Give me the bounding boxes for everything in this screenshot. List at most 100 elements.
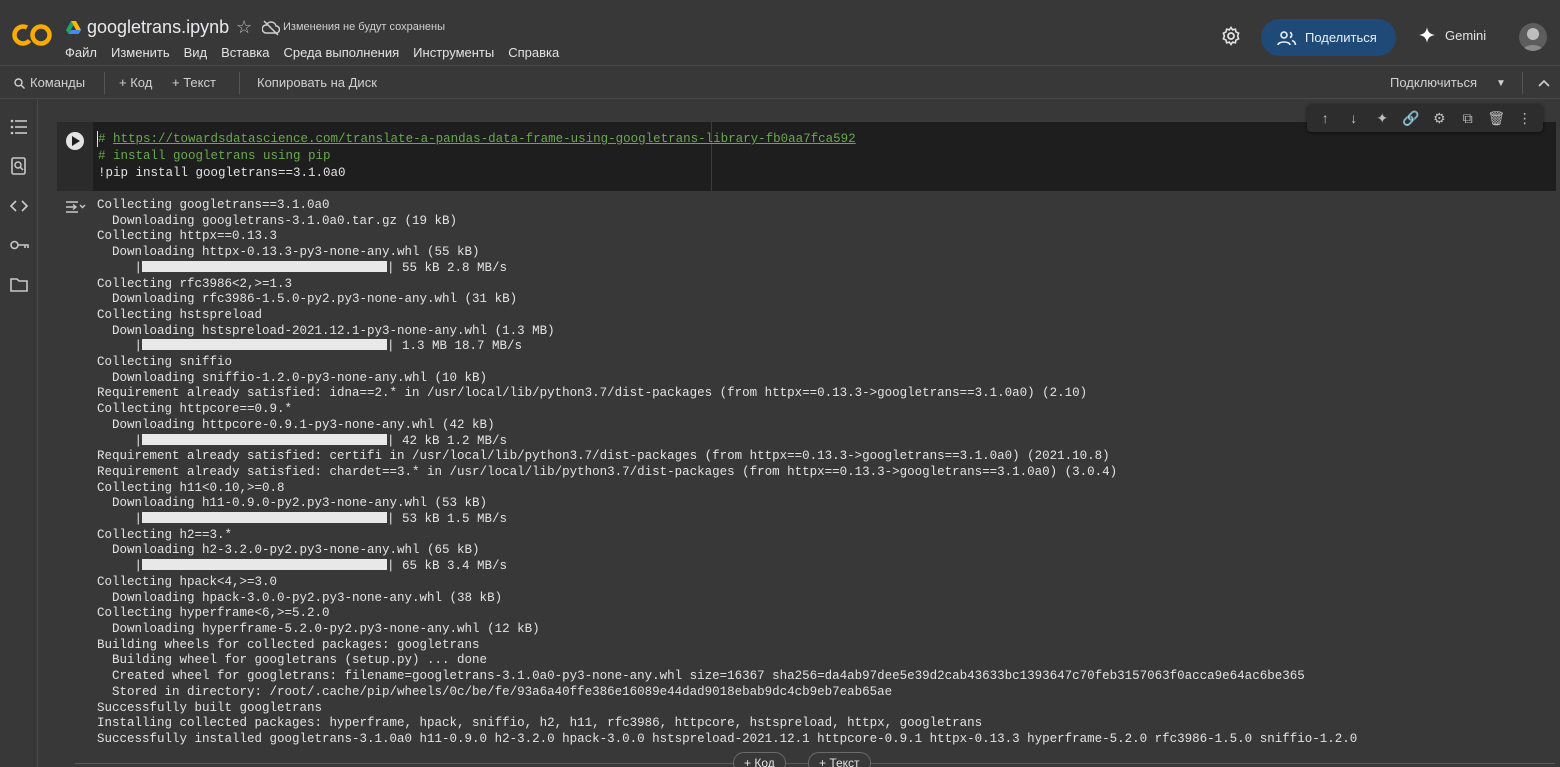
output-line: Building wheels for collected packages: … xyxy=(97,637,480,652)
code-link[interactable]: https://towardsdatascience.com/translate… xyxy=(113,132,856,146)
copy-to-drive-button[interactable]: Копировать на Диск xyxy=(257,75,377,90)
collapse-chevron-icon[interactable] xyxy=(1538,79,1550,87)
output-line: Downloading httpcore-0.9.1-py3-none-any.… xyxy=(97,417,495,432)
output-line: Downloading hstspreload-2021.12.1-py3-no… xyxy=(97,323,555,338)
menu-help[interactable]: Справка xyxy=(508,45,559,60)
gemini-label: Gemini xyxy=(1445,27,1487,43)
output-line: Collecting h2==3.* xyxy=(97,527,233,542)
cell-code[interactable]: # https://towardsdatascience.com/transla… xyxy=(98,131,856,182)
toolbar-divider xyxy=(1522,72,1523,94)
progress-bar xyxy=(142,260,388,272)
insert-text-cell-button[interactable]: + Текст xyxy=(808,752,871,767)
insert-code-cell-button[interactable]: + Код xyxy=(733,752,786,767)
output-line: Collecting h11<0.10,>=0.8 xyxy=(97,480,285,495)
code-cell[interactable]: # https://towardsdatascience.com/transla… xyxy=(57,122,1556,191)
toolbar-divider xyxy=(104,72,105,94)
settings-gear-icon[interactable] xyxy=(1221,26,1241,46)
cell-gutter xyxy=(57,122,93,191)
notebook-title[interactable]: googletrans.ipynb xyxy=(87,17,229,38)
cloud-off-icon xyxy=(262,20,280,36)
share-button[interactable]: Поделиться xyxy=(1261,19,1396,56)
menu-runtime[interactable]: Среда выполнения xyxy=(283,45,399,60)
code-comment-hash: # xyxy=(98,132,114,146)
star-icon[interactable]: ☆ xyxy=(236,17,252,38)
commands-button[interactable]: Команды xyxy=(30,75,85,90)
progress-text: | 55 kB 2.8 MB/s xyxy=(387,260,508,275)
gemini-sparkle-icon xyxy=(1419,27,1435,43)
people-icon xyxy=(1277,30,1297,45)
add-code-button[interactable]: + Код xyxy=(119,75,152,90)
link-icon[interactable]: 🔗 xyxy=(1402,109,1420,127)
files-folder-icon[interactable] xyxy=(9,275,29,295)
cell-toolbar: ↑ ↓ ✦ 🔗 ⚙ ⧉ 🗑 ⋮ xyxy=(1307,104,1543,132)
progress-bar xyxy=(142,512,388,524)
progress-line: | | 55 kB 2.8 MB/s xyxy=(97,260,1357,277)
code-snippets-icon[interactable] xyxy=(9,196,29,216)
find-replace-icon[interactable] xyxy=(9,156,29,176)
menu-file[interactable]: Файл xyxy=(65,45,97,60)
output-line: Downloading rfc3986-1.5.0-py2.py3-none-a… xyxy=(97,292,518,307)
colab-logo[interactable] xyxy=(12,22,52,48)
progress-line: | | 53 kB 1.5 MB/s xyxy=(97,512,1357,528)
output-line: Collecting rfc3986<2,>=1.3 xyxy=(97,276,293,291)
output-line: Downloading h11-0.9.0-py2.py3-none-any.w… xyxy=(97,496,488,511)
progress-prefix: | xyxy=(97,433,143,448)
unsaved-status: Изменения не будут сохранены xyxy=(283,21,446,33)
notebook-toolbar: Команды + Код + Текст Копировать на Диск… xyxy=(0,67,1560,99)
more-options-icon[interactable]: ⋮ xyxy=(1516,109,1534,127)
progress-bar xyxy=(142,433,388,445)
progress-prefix: | xyxy=(97,260,143,275)
progress-bar xyxy=(142,559,388,571)
gemini-button[interactable]: Gemini xyxy=(1419,27,1486,43)
run-cell-button[interactable] xyxy=(66,132,84,150)
toolbar-divider xyxy=(239,72,240,94)
progress-line: | | 65 kB 3.4 MB/s xyxy=(97,559,1357,575)
mirror-cell-icon[interactable]: ⧉ xyxy=(1459,109,1477,127)
output-line: Collecting httpcore==0.9.* xyxy=(97,402,293,417)
progress-prefix: | xyxy=(97,559,143,574)
search-icon xyxy=(14,78,25,89)
menu-edit[interactable]: Изменить xyxy=(111,45,170,60)
output-line: Downloading sniffio-1.2.0-py3-none-any.w… xyxy=(97,370,488,385)
output-actions-icon[interactable] xyxy=(64,199,86,215)
output-line: Collecting sniffio xyxy=(97,355,233,370)
progress-prefix: | xyxy=(97,339,143,354)
menu-insert[interactable]: Вставка xyxy=(221,45,269,60)
gemini-sparkle-icon[interactable]: ✦ xyxy=(1373,109,1391,127)
progress-bar xyxy=(142,339,388,351)
output-line: Downloading hpack-3.0.0-py2.py3-none-any… xyxy=(97,590,503,605)
share-label: Поделиться xyxy=(1305,30,1377,45)
move-down-icon[interactable]: ↓ xyxy=(1345,109,1363,127)
table-of-contents-icon[interactable] xyxy=(9,117,29,137)
secrets-key-icon[interactable] xyxy=(9,235,29,255)
output-line: Installing collected packages: hyperfram… xyxy=(97,716,983,731)
code-command: !pip install googletrans==3.1.0a0 xyxy=(98,166,346,180)
output-line: Successfully installed googletrans-3.1.0… xyxy=(97,731,1358,746)
menu-tools[interactable]: Инструменты xyxy=(413,45,494,60)
progress-text: | 1.3 MB 18.7 MB/s xyxy=(387,339,523,354)
cell-settings-gear-icon[interactable]: ⚙ xyxy=(1430,109,1448,127)
connect-button[interactable]: Подключиться xyxy=(1390,75,1477,90)
progress-prefix: | xyxy=(97,512,143,527)
left-sidebar xyxy=(0,100,38,767)
user-avatar[interactable] xyxy=(1519,23,1547,51)
output-line: Requirement already satisfied: chardet==… xyxy=(97,464,1118,479)
move-up-icon[interactable]: ↑ xyxy=(1316,109,1334,127)
output-line: Requirement already satisfied: certifi i… xyxy=(97,449,1110,464)
connect-dropdown-icon[interactable]: ▼ xyxy=(1496,78,1506,89)
progress-text: | 42 kB 1.2 MB/s xyxy=(387,433,508,448)
delete-trash-icon[interactable]: 🗑 xyxy=(1487,109,1505,127)
cell-output: Collecting googletrans==3.1.0a0 Download… xyxy=(97,198,1357,748)
add-text-button[interactable]: + Текст xyxy=(172,75,216,90)
output-line: Downloading hyperframe-5.2.0-py2.py3-non… xyxy=(97,621,540,636)
menu-view[interactable]: Вид xyxy=(184,45,208,60)
output-line: Downloading httpx-0.13.3-py3-none-any.wh… xyxy=(97,245,480,260)
output-line: Collecting hpack<4,>=3.0 xyxy=(97,574,278,589)
output-line: Stored in directory: /root/.cache/pip/wh… xyxy=(97,684,893,699)
header: googletrans.ipynb ☆ Изменения не будут с… xyxy=(0,0,1560,66)
progress-text: | 65 kB 3.4 MB/s xyxy=(387,559,508,574)
output-line: Collecting hyperframe<6,>=5.2.0 xyxy=(97,606,330,621)
code-comment: # install googletrans using pip xyxy=(98,149,331,163)
progress-text: | 53 kB 1.5 MB/s xyxy=(387,512,508,527)
output-line: Building wheel for googletrans (setup.py… xyxy=(97,653,488,668)
